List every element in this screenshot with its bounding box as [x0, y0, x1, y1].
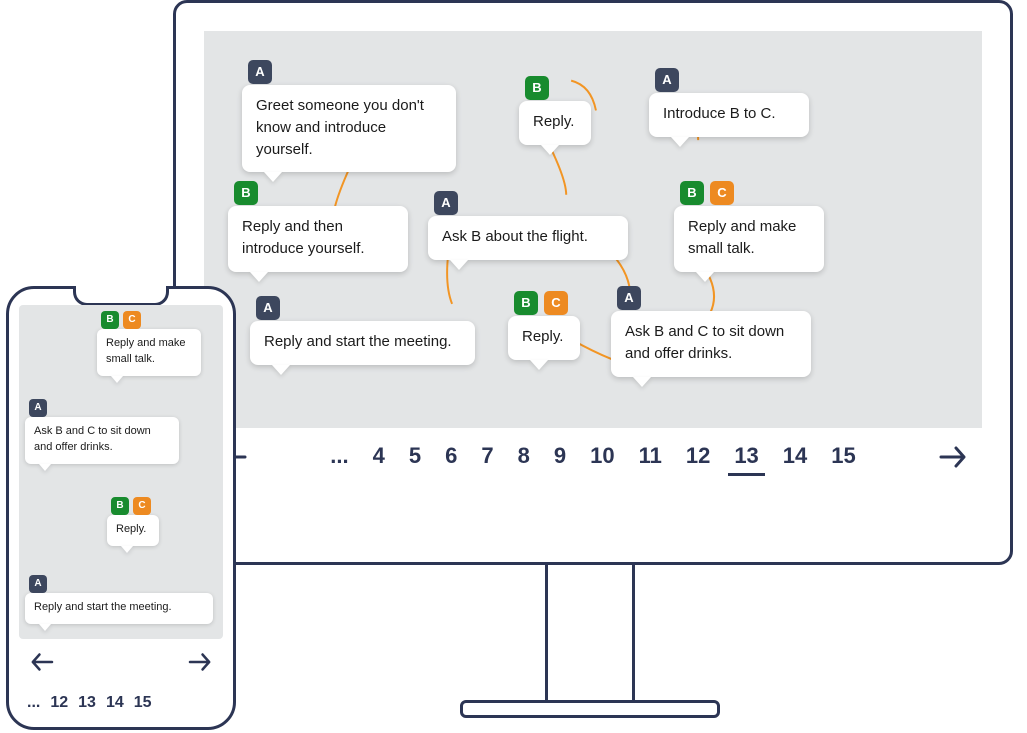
pager-page[interactable]: 13: [78, 694, 96, 712]
speaker-tag-a: A: [248, 60, 272, 84]
phone-card-smalltalk[interactable]: B C Reply and make small talk.: [97, 329, 201, 376]
phone-frame: B C Reply and make small talk. A Ask B a…: [6, 286, 236, 730]
speaker-tag-c: C: [710, 181, 734, 205]
speaker-tag-b: B: [525, 76, 549, 100]
pager-page[interactable]: 12: [680, 439, 716, 476]
pager-page[interactable]: 6: [439, 439, 463, 476]
pager-page[interactable]: 4: [367, 439, 391, 476]
flow-card-text: Ask B and C to sit down and offer drinks…: [625, 323, 784, 362]
speaker-tag-a: A: [256, 296, 280, 320]
desktop-pager: ... 4 5 6 7 8 9 10 11 12 13 14 15: [204, 428, 982, 486]
flow-card-reply-intro[interactable]: B Reply and then introduce yourself.: [228, 206, 408, 272]
flow-card-text: Reply.: [522, 328, 563, 345]
pager-page[interactable]: 9: [548, 439, 572, 476]
pager-page[interactable]: 11: [633, 439, 668, 476]
pager-page-current[interactable]: 13: [728, 439, 764, 476]
pager-numbers: ... 4 5 6 7 8 9 10 11 12 13 14 15: [250, 439, 936, 476]
phone-card-reply-bc[interactable]: B C Reply.: [107, 515, 159, 546]
flow-card-offer-drinks[interactable]: A Ask B and C to sit down and offer drin…: [611, 311, 811, 377]
flow-card-introduce-bc[interactable]: A Introduce B to C.: [649, 93, 809, 137]
flow-card-reply-b[interactable]: B Reply.: [519, 101, 591, 145]
phone-card-offer-drinks[interactable]: A Ask B and C to sit down and offer drin…: [25, 417, 179, 464]
monitor-frame: A Greet someone you don't know and intro…: [173, 0, 1013, 565]
flow-card-start-meeting[interactable]: A Reply and start the meeting.: [250, 321, 475, 365]
flow-card-greet[interactable]: A Greet someone you don't know and intro…: [242, 85, 456, 172]
monitor-stand-neck: [545, 565, 635, 700]
flow-card-text: Reply and make small talk.: [106, 337, 186, 365]
flow-card-reply-bc[interactable]: B C Reply.: [508, 316, 580, 360]
pager-page[interactable]: 12: [50, 694, 68, 712]
flow-card-ask-flight[interactable]: A Ask B about the flight.: [428, 216, 628, 260]
pager-next[interactable]: [936, 440, 970, 474]
speaker-tag-a: A: [655, 68, 679, 92]
speaker-tag-c: C: [123, 311, 141, 329]
phone-canvas: B C Reply and make small talk. A Ask B a…: [19, 305, 223, 639]
arrow-right-icon: [939, 445, 967, 469]
pager-page[interactable]: 14: [777, 439, 813, 476]
phone-next[interactable]: [183, 645, 217, 679]
flow-card-smalltalk[interactable]: B C Reply and make small talk.: [674, 206, 824, 272]
pager-page[interactable]: 7: [475, 439, 499, 476]
monitor-stand-base: [460, 700, 720, 718]
speaker-tag-a: A: [617, 286, 641, 310]
phone-prev[interactable]: [25, 645, 59, 679]
flow-card-text: Reply and then introduce yourself.: [242, 218, 365, 257]
pager-page[interactable]: 8: [512, 439, 536, 476]
speaker-tag-b: B: [514, 291, 538, 315]
pager-page[interactable]: 14: [106, 694, 124, 712]
phone-arrow-bar: [19, 641, 223, 683]
pager-page[interactable]: 15: [134, 694, 152, 712]
speaker-tag-b: B: [234, 181, 258, 205]
speaker-tag-b: B: [680, 181, 704, 205]
flow-card-text: Greet someone you don't know and introdu…: [256, 97, 424, 158]
speaker-tag-a: A: [434, 191, 458, 215]
pager-ellipsis[interactable]: ...: [324, 439, 354, 476]
flow-card-text: Reply.: [116, 523, 146, 535]
flow-card-text: Introduce B to C.: [663, 105, 776, 122]
pager-page[interactable]: 15: [825, 439, 861, 476]
flow-card-text: Ask B about the flight.: [442, 228, 588, 245]
phone-notch: [73, 286, 169, 306]
phone-pager: ... 12 13 14 15: [19, 685, 223, 721]
pager-page[interactable]: 5: [403, 439, 427, 476]
phone-card-start-meeting[interactable]: A Reply and start the meeting.: [25, 593, 213, 624]
flow-card-text: Reply and make small talk.: [688, 218, 796, 257]
flow-card-text: Ask B and C to sit down and offer drinks…: [34, 425, 151, 453]
flow-card-text: Reply.: [533, 113, 574, 130]
desktop-canvas: A Greet someone you don't know and intro…: [204, 31, 982, 428]
speaker-tag-a: A: [29, 399, 47, 417]
speaker-tag-b: B: [101, 311, 119, 329]
flow-card-text: Reply and start the meeting.: [34, 601, 172, 613]
flow-card-text: Reply and start the meeting.: [264, 333, 452, 350]
speaker-tag-b: B: [111, 497, 129, 515]
pager-ellipsis[interactable]: ...: [27, 694, 40, 712]
speaker-tag-c: C: [544, 291, 568, 315]
arrow-left-icon: [30, 652, 54, 672]
pager-page[interactable]: 10: [584, 439, 620, 476]
arrow-right-icon: [188, 652, 212, 672]
speaker-tag-c: C: [133, 497, 151, 515]
speaker-tag-a: A: [29, 575, 47, 593]
